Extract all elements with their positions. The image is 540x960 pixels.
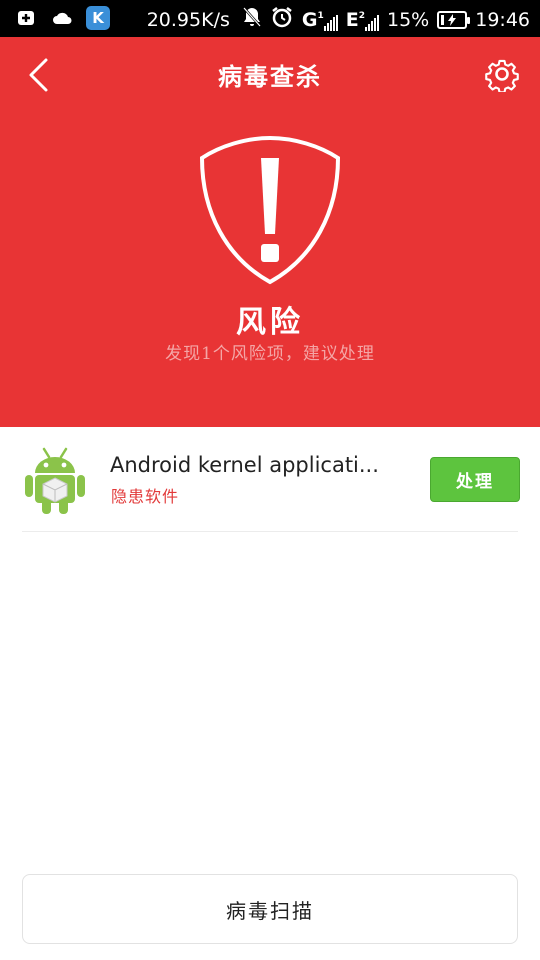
virus-scan-button[interactable]: 病毒扫描: [22, 874, 518, 944]
battery-level: 15%: [387, 8, 430, 31]
status-bar: K 20.95K/s G 1 E 2 15% 19:46: [0, 0, 540, 37]
app-k-icon: K: [86, 6, 110, 30]
scan-result-header: 病毒查杀 风险 发现1个风险项，建议处理: [0, 37, 540, 427]
signal-bars-icon: [323, 14, 338, 31]
signal-bars-icon: [365, 14, 379, 31]
signal-sim2: E 2: [346, 9, 379, 31]
risk-description: 发现1个风险项，建议处理: [165, 344, 375, 364]
notification-plus-icon: [14, 6, 38, 30]
gear-icon: [485, 59, 519, 92]
list-item: Android kernel applicati... 隐患软件 处理: [0, 427, 540, 531]
alarm-clock-icon: [270, 5, 294, 34]
status-right-icons: 20.95K/s G 1 E 2 15% 19:46: [147, 5, 530, 34]
net-speed: 20.95K/s: [146, 8, 230, 31]
risk-status-label: 风险: [236, 305, 304, 340]
clock-time: 19:46: [475, 8, 530, 31]
divider: [22, 531, 518, 532]
battery-charging-icon: [437, 10, 471, 29]
status-left-icons: K: [14, 6, 110, 30]
risk-type-tag: 隐患软件: [111, 487, 180, 506]
mute-bell-icon: [242, 6, 262, 33]
risk-app-name: Android kernel applicati...: [110, 453, 379, 477]
page-title: 病毒查杀: [218, 62, 322, 91]
settings-button[interactable]: [482, 54, 522, 94]
cloud-icon: [50, 6, 74, 30]
android-app-icon: [25, 447, 85, 514]
warning-shield-icon: [199, 135, 341, 285]
handle-risk-button[interactable]: 处理: [430, 457, 520, 502]
signal-sim1: G 1: [302, 9, 338, 31]
